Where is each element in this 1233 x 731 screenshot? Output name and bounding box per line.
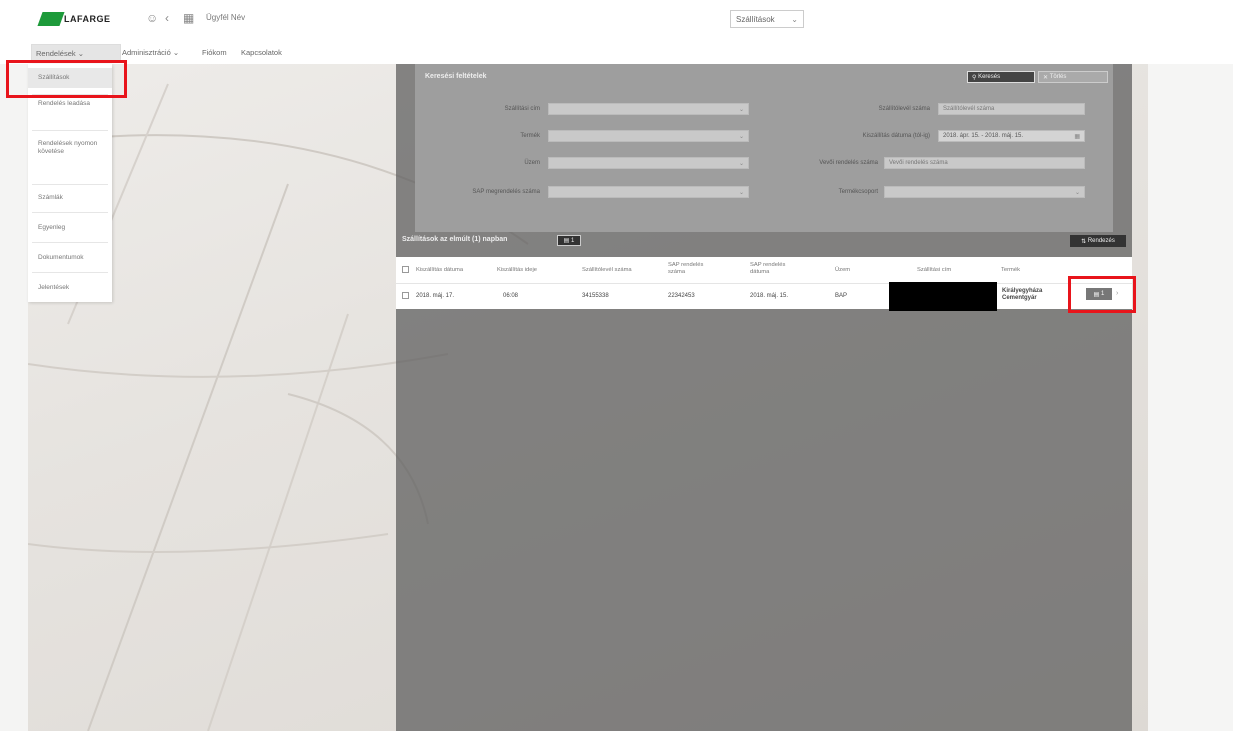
clear-button-label: Törlés <box>1049 74 1067 80</box>
product-group-label: Termékcsoport <box>838 189 878 195</box>
redacted-address <box>889 282 997 311</box>
menu-item-documents[interactable]: Dokumentumok <box>28 254 112 262</box>
row-checkbox[interactable] <box>402 292 409 299</box>
logo-text: LAFARGE <box>64 14 111 24</box>
document-icon: ▤ <box>563 238 571 244</box>
cell-product: Királyegyháza Cementgyár <box>1002 288 1043 301</box>
chevron-down-icon: ⌄ <box>738 160 744 167</box>
dispatch-date-range-input[interactable]: 2018. ápr. 15. - 2018. máj. 15. ▦ <box>938 130 1085 142</box>
logo-mark-icon <box>37 12 65 26</box>
customer-order-number-input[interactable]: Vevői rendelés száma <box>884 157 1085 169</box>
column-header[interactable]: Kiszállítás ideje <box>497 267 567 274</box>
column-header[interactable]: SAP rendelés dátuma <box>750 262 798 276</box>
logo[interactable]: LAFARGE <box>37 10 111 28</box>
select-all-checkbox[interactable] <box>402 266 409 273</box>
chevron-down-icon: ⌄ <box>1074 189 1080 196</box>
sap-order-number-label: SAP megrendelés száma <box>472 189 540 195</box>
right-margin <box>1148 64 1233 731</box>
cell-delivery-note[interactable]: 34155338 <box>582 293 609 300</box>
menu-item-balance[interactable]: Egyenleg <box>28 224 112 232</box>
dispatch-date-label: Kiszállítás dátuma (tól-ig) <box>862 133 930 139</box>
highlight-box-deliveries <box>6 60 127 98</box>
calendar-icon: ▦ <box>1074 133 1080 140</box>
column-header[interactable]: Szállítólevél száma <box>582 267 652 274</box>
clear-button[interactable]: ✕ Törlés <box>1038 71 1108 83</box>
search-button-label: Keresés <box>978 74 1001 80</box>
divider <box>396 283 1132 284</box>
menu-item-place-order[interactable]: Rendelés leadása <box>28 100 112 108</box>
divider <box>32 184 108 185</box>
cell-plant: BAP <box>835 293 848 299</box>
cell-sap-number: 22342453 <box>668 293 695 299</box>
user-name[interactable]: Ügyfél Név <box>206 13 245 22</box>
product-group-select[interactable]: ⌄ <box>884 186 1085 198</box>
menu-item-track-orders[interactable]: Rendelések nyomon követése <box>28 140 112 156</box>
customer-order-number-label: Vevői rendelés száma <box>819 160 878 166</box>
menu-item-reports[interactable]: Jelentések <box>28 284 112 292</box>
plant-label: Üzem <box>524 160 540 166</box>
chevron-down-icon: ⌄ <box>791 14 798 24</box>
section-select-value: Szállítások <box>736 14 775 24</box>
column-header[interactable]: SAP rendelés száma <box>668 262 716 276</box>
back-icon[interactable]: ‹ <box>165 11 169 25</box>
sort-button-label: Rendezés <box>1087 238 1115 244</box>
delivery-note-number-placeholder: Szállítólevél száma <box>943 106 995 112</box>
sort-button[interactable]: ⇅ Rendezés <box>1070 235 1126 247</box>
column-header[interactable]: Kiszállítás dátuma <box>416 267 486 274</box>
sort-icon: ⇅ <box>1081 238 1088 245</box>
delivery-note-number-input[interactable]: Szállítólevél száma <box>938 103 1085 115</box>
clear-icon: ✕ <box>1043 74 1050 81</box>
chevron-down-icon: ⌄ <box>738 106 744 113</box>
nav-item-label: Kapcsolatok <box>241 47 282 57</box>
filter-panel-title[interactable]: Keresési feltételek <box>425 73 486 80</box>
filter-panel: Keresési feltételek ⚲ Keresés ✕ Törlés <box>415 64 1113 232</box>
delivery-address-select[interactable]: ⌄ <box>548 103 749 115</box>
orders-dropdown-menu: Szállítások Rendelés leadása Rendelések … <box>28 64 112 302</box>
column-header[interactable]: Szállítási cím <box>917 267 977 274</box>
nav-item-label: Fiókom <box>202 47 227 57</box>
product-label: Termék <box>520 133 540 139</box>
nav-item-admin[interactable]: Adminisztráció ⌄ <box>118 44 183 60</box>
product-select[interactable]: ⌄ <box>548 130 749 142</box>
results-count-badge[interactable]: ▤ 1 <box>557 235 581 246</box>
nav-item-label: Rendelések <box>36 48 76 58</box>
chevron-down-icon: ⌄ <box>738 189 744 196</box>
results-count: 1 <box>571 237 575 244</box>
user-icon[interactable]: ☺ <box>146 11 158 25</box>
search-button[interactable]: ⚲ Keresés <box>967 71 1035 83</box>
sap-order-number-select[interactable]: ⌄ <box>548 186 749 198</box>
divider <box>32 212 108 213</box>
cell-dispatch-time: 06:08 <box>503 293 519 299</box>
delivery-note-number-label: Szállítólevél száma <box>878 106 930 112</box>
divider <box>32 130 108 131</box>
chevron-down-icon: ⌄ <box>738 133 744 140</box>
highlight-box-row-action <box>1068 276 1136 313</box>
menu-item-invoices[interactable]: Számlák <box>28 194 112 202</box>
cell-sap-date: 2018. máj. 15. <box>750 293 789 299</box>
top-bar: LAFARGE ☺ ‹ ▦ Ügyfél Név Szállítások ⌄ <box>0 0 1233 40</box>
grid-icon[interactable]: ▦ <box>183 11 194 25</box>
column-header[interactable]: Üzem <box>835 267 875 274</box>
dispatch-date-range-value: 2018. ápr. 15. - 2018. máj. 15. <box>943 133 1024 139</box>
nav-item-account[interactable]: Fiókom <box>198 44 231 60</box>
nav-item-contacts[interactable]: Kapcsolatok <box>237 44 286 60</box>
nav-item-label: Adminisztráció <box>122 47 171 57</box>
cell-dispatch-date: 2018. máj. 17. <box>416 293 455 299</box>
divider <box>32 242 108 243</box>
plant-select[interactable]: ⌄ <box>548 157 749 169</box>
column-header[interactable]: Termék <box>1001 267 1051 274</box>
results-title: Szállítások az elmúlt (1) napban <box>402 236 508 243</box>
divider <box>32 272 108 273</box>
delivery-address-label: Szállítási cím <box>504 106 540 112</box>
customer-order-number-placeholder: Vevői rendelés száma <box>889 160 948 166</box>
main-nav: Rendelések ⌄ Adminisztráció ⌄ Fiókom Kap… <box>0 40 1233 64</box>
section-select[interactable]: Szállítások ⌄ <box>730 10 804 28</box>
